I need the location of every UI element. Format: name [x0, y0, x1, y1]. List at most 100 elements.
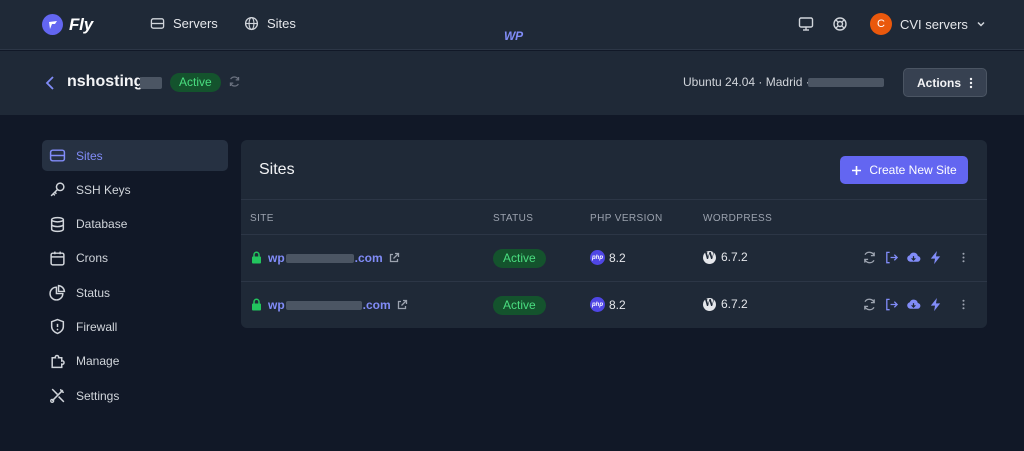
column-header-wordpress: WORDPRESS [703, 213, 773, 224]
table-row: wp .com Active php 8.2 W 6.7.2 [241, 282, 987, 328]
create-new-site-label: Create New Site [869, 163, 957, 177]
wordpress-icon: W [703, 297, 716, 311]
sites-panel: Sites Create New Site SITE STATUS PHP VE… [241, 140, 987, 328]
sidebar-item-label: Database [76, 217, 128, 232]
php-icon: php [590, 297, 605, 312]
redacted-name [140, 77, 162, 89]
login-icon[interactable] [884, 297, 899, 312]
column-header-php-version: PHP VERSION [590, 213, 663, 224]
redacted-domain [285, 253, 354, 263]
external-link-icon[interactable] [388, 252, 400, 264]
sidebar-item-label: Status [76, 285, 111, 300]
sidebar-item-firewall[interactable]: Firewall [42, 311, 228, 342]
nav-servers-label: Servers [173, 16, 218, 31]
column-header-site: SITE [250, 213, 274, 224]
back-arrow-icon[interactable] [44, 75, 58, 91]
sync-icon[interactable] [862, 250, 877, 265]
redacted-domain [285, 300, 362, 310]
sidebar-item-label: Settings [76, 388, 120, 403]
puzzle-icon [51, 354, 65, 368]
wordpress-version: W 6.7.2 [703, 250, 748, 264]
top-navigation-bar: Fly WP Servers Sites C CVI servers [0, 0, 1024, 50]
row-actions [862, 297, 971, 312]
create-new-site-button[interactable]: Create New Site [840, 156, 968, 184]
logo-text: Fly WP [69, 14, 523, 44]
panel-title: Sites [259, 161, 295, 178]
lock-icon [252, 251, 261, 264]
avatar: C [870, 13, 892, 35]
kebab-menu-icon[interactable] [956, 250, 971, 265]
server-meta: Ubuntu 24.04 · Madrid · [683, 75, 810, 89]
key-icon [50, 182, 65, 197]
lock-icon [252, 298, 261, 311]
sidebar-item-sites[interactable]: Sites [42, 140, 228, 171]
sidebar-item-label: Crons [76, 251, 109, 266]
site-link[interactable]: wp .com [268, 251, 383, 265]
site-status-badge: Active [493, 296, 546, 315]
site-prefix: wp [268, 298, 285, 312]
site-suffix: .com [354, 251, 383, 265]
globe-icon [244, 16, 259, 31]
sidebar-item-settings[interactable]: Settings [42, 380, 228, 411]
site-prefix: wp [268, 251, 285, 265]
plus-icon [852, 165, 862, 175]
pie-chart-icon [49, 284, 66, 301]
site-link[interactable]: wp .com [268, 298, 391, 312]
flywp-logo-icon [42, 14, 63, 35]
calendar-icon [50, 251, 65, 266]
sidebar-item-label: Sites [76, 148, 103, 163]
database-icon [50, 216, 65, 232]
shield-icon [50, 319, 65, 335]
server-status-badge: Active [170, 73, 221, 92]
account-name: CVI servers [900, 16, 968, 32]
flywp-logo[interactable]: Fly WP [42, 14, 523, 44]
sidebar-item-ssh-keys[interactable]: SSH Keys [42, 174, 228, 205]
sidebar-item-label: Manage [76, 354, 120, 369]
column-header-status: STATUS [493, 213, 534, 224]
server-header: nshosting Active Ubuntu 24.04 · Madrid ·… [0, 51, 1024, 115]
sidebar-item-database[interactable]: Database [42, 209, 228, 240]
site-suffix: .com [362, 298, 391, 312]
site-status-badge: Active [493, 249, 546, 268]
lifebuoy-icon[interactable] [832, 16, 848, 32]
nav-servers[interactable]: Servers [150, 16, 218, 31]
chevron-down-icon [977, 21, 985, 27]
php-version: php 8.2 [590, 297, 626, 312]
nav-sites-label: Sites [267, 16, 296, 31]
table-header: SITE STATUS PHP VERSION WORDPRESS [241, 199, 987, 235]
php-version-value: 8.2 [609, 297, 626, 312]
actions-label: Actions [916, 75, 961, 90]
cloud-download-icon[interactable] [906, 297, 921, 312]
cloud-download-icon[interactable] [906, 250, 921, 265]
sidebar-item-manage[interactable]: Manage [42, 346, 228, 377]
redacted-ip [808, 78, 884, 87]
tools-icon [50, 388, 65, 404]
actions-button[interactable]: Actions [903, 68, 987, 97]
lightning-icon[interactable] [928, 250, 943, 265]
php-version-value: 8.2 [609, 250, 626, 265]
wordpress-icon: W [703, 250, 716, 264]
sidebar-item-label: Firewall [76, 319, 118, 334]
account-menu[interactable]: C CVI servers [870, 13, 986, 35]
php-version: php 8.2 [590, 250, 626, 265]
wordpress-version: W 6.7.2 [703, 297, 748, 311]
sites-icon [49, 149, 66, 162]
lightning-icon[interactable] [928, 297, 943, 312]
refresh-icon[interactable] [228, 75, 241, 88]
php-icon: php [590, 250, 605, 265]
kebab-menu-icon[interactable] [956, 297, 971, 312]
server-sidebar: Sites SSH Keys Database Crons Status Fir… [42, 140, 228, 414]
sidebar-item-status[interactable]: Status [42, 277, 228, 308]
table-row: wp .com Active php 8.2 W 6.7.2 [241, 235, 987, 282]
kebab-icon [969, 77, 973, 88]
nav-sites[interactable]: Sites [244, 16, 296, 31]
server-name: nshosting [67, 73, 144, 90]
sidebar-item-label: SSH Keys [76, 182, 131, 197]
external-link-icon[interactable] [396, 299, 408, 311]
sidebar-item-crons[interactable]: Crons [42, 243, 228, 274]
row-actions [862, 250, 971, 265]
wordpress-version-value: 6.7.2 [721, 297, 748, 311]
sync-icon[interactable] [862, 297, 877, 312]
login-icon[interactable] [884, 250, 899, 265]
monitor-icon[interactable] [798, 16, 814, 32]
